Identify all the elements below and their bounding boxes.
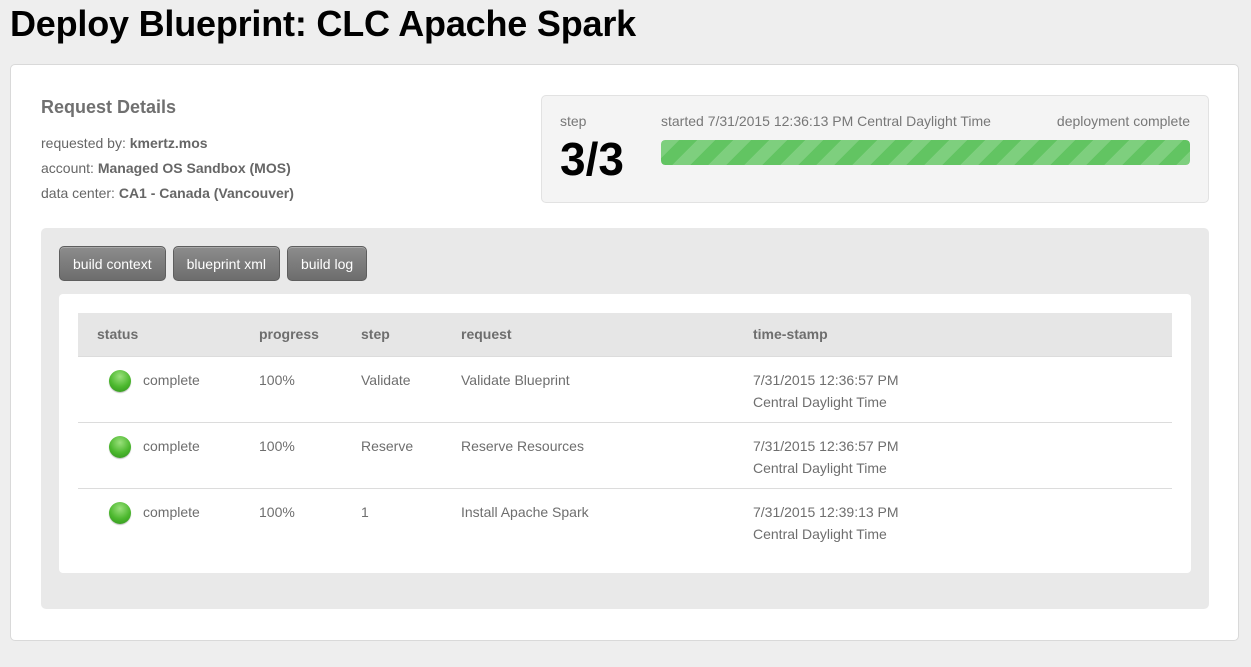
request-details-heading: Request Details	[41, 97, 177, 117]
started-timestamp: started 7/31/2015 12:36:13 PM Central Da…	[661, 113, 991, 129]
tab-button-group: build context blueprint xml build log	[59, 246, 368, 281]
blueprint-xml-button[interactable]: blueprint xml	[172, 246, 280, 281]
table-row: complete 100% Reserve Reserve Resources …	[78, 421, 1172, 488]
build-log-button[interactable]: build log	[286, 246, 368, 281]
requested-by-value: kmertz.mos	[129, 135, 208, 151]
request-cell: Install Apache Spark	[442, 487, 734, 554]
progress-bar	[661, 140, 1190, 165]
deployment-status: deployment complete	[1056, 113, 1190, 129]
progress-cell: 100%	[240, 421, 342, 488]
column-header-request: request	[442, 313, 734, 356]
account-label: account:	[41, 160, 94, 176]
column-header-time-stamp: time-stamp	[734, 313, 1172, 356]
step-cell: 1	[342, 487, 442, 554]
table-header-row: status progress step request time-stamp	[78, 313, 1172, 356]
green-status-dot-icon	[109, 501, 131, 524]
timezone-line: Central Daylight Time	[753, 393, 887, 410]
step-cell: Validate	[342, 355, 442, 422]
timestamp-line: 7/31/2015 12:36:57 PM	[753, 371, 899, 388]
column-header-progress: progress	[240, 313, 342, 356]
progress-bar-fill	[661, 140, 1190, 165]
build-context-button[interactable]: build context	[59, 246, 166, 281]
progress-cell: 100%	[240, 355, 342, 422]
status-text: complete	[143, 371, 200, 388]
timestamp-line: 7/31/2015 12:39:13 PM	[753, 503, 899, 520]
table-row: complete 100% 1 Install Apache Spark 7/3…	[78, 487, 1172, 554]
status-text: complete	[143, 503, 200, 520]
green-status-dot-icon	[109, 435, 131, 458]
timestamp-cell: 7/31/2015 12:39:13 PM Central Daylight T…	[734, 487, 1172, 554]
progress-cell: 100%	[240, 487, 342, 554]
task-table-card: status progress step request time-stamp …	[59, 294, 1191, 573]
timestamp-cell: 7/31/2015 12:36:57 PM Central Daylight T…	[734, 355, 1172, 422]
step-status-box: step 3/3 started 7/31/2015 12:36:13 PM C…	[541, 95, 1209, 203]
request-cell: Reserve Resources	[442, 421, 734, 488]
column-header-status: status	[78, 313, 240, 356]
account-value: Managed OS Sandbox (MOS)	[97, 160, 291, 176]
timestamp-line: 7/31/2015 12:36:57 PM	[753, 437, 899, 454]
data-center-line: data center: CA1 - Canada (Vancouver)	[41, 181, 294, 206]
status-text: complete	[143, 437, 200, 454]
task-table: status progress step request time-stamp …	[78, 313, 1172, 554]
status-cell: complete	[78, 355, 240, 422]
step-cell: Reserve	[342, 421, 442, 488]
timestamp-cell: 7/31/2015 12:36:57 PM Central Daylight T…	[734, 421, 1172, 488]
green-status-dot-icon	[109, 369, 131, 392]
status-cell: complete	[78, 421, 240, 488]
step-label: step	[560, 113, 587, 129]
account-line: account: Managed OS Sandbox (MOS)	[41, 156, 294, 181]
build-log-area: build context blueprint xml build log st…	[41, 228, 1209, 609]
status-cell: complete	[78, 487, 240, 554]
timezone-line: Central Daylight Time	[753, 525, 887, 542]
requested-by-line: requested by: kmertz.mos	[41, 131, 294, 156]
timezone-line: Central Daylight Time	[753, 459, 887, 476]
data-center-value: CA1 - Canada (Vancouver)	[118, 185, 294, 201]
data-center-label: data center:	[41, 185, 115, 201]
step-counter: 3/3	[560, 133, 624, 185]
request-details: Request Details requested by: kmertz.mos…	[41, 97, 294, 206]
table-row: complete 100% Validate Validate Blueprin…	[78, 355, 1172, 422]
main-panel: Request Details requested by: kmertz.mos…	[10, 64, 1239, 641]
request-cell: Validate Blueprint	[442, 355, 734, 422]
page-title: Deploy Blueprint: CLC Apache Spark	[10, 3, 636, 44]
requested-by-label: requested by:	[41, 135, 126, 151]
column-header-step: step	[342, 313, 442, 356]
